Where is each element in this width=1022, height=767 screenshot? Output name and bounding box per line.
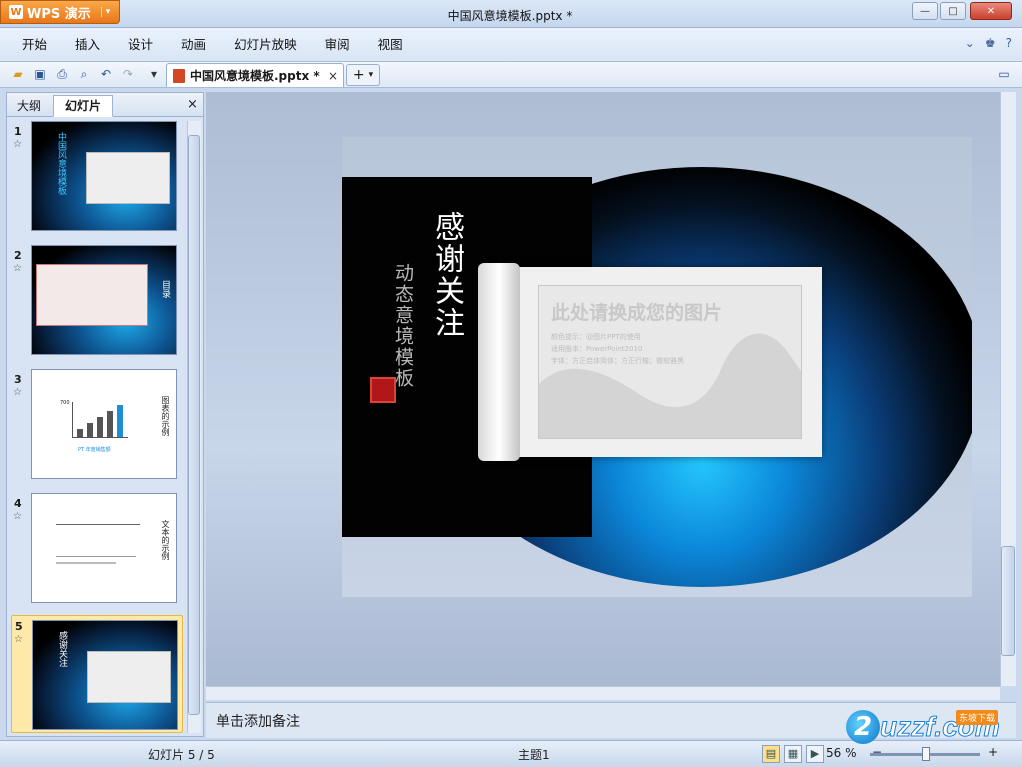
app-name: WPS 演示 xyxy=(27,6,91,22)
chevron-down-icon: ▾ xyxy=(100,7,110,17)
plus-icon: + xyxy=(352,67,365,83)
tab-outline[interactable]: 大纲 xyxy=(9,95,49,117)
menu-home[interactable]: 开始 xyxy=(0,28,61,62)
thumbnail-title: 文本的示例 xyxy=(161,520,170,560)
thumbnail-paper xyxy=(86,152,170,204)
sorter-view-icon[interactable]: ▦ xyxy=(784,745,802,763)
star-icon: ☆ xyxy=(13,263,22,274)
thumbnail-number: 1 xyxy=(14,125,22,138)
menu-right-controls: ⌄ ♚ ? xyxy=(965,36,1012,50)
slide-canvas[interactable]: 感谢关注 动态意境模板 此处请换成您的图片 颜色提示：@图片PPT的使用 适用版… xyxy=(342,137,972,597)
redo-icon[interactable]: ↷ xyxy=(120,66,136,82)
print-icon[interactable]: ⎙ xyxy=(54,66,70,82)
close-tab-icon[interactable]: × xyxy=(328,69,338,83)
picture-placeholder[interactable]: 此处请换成您的图片 颜色提示：@图片PPT的使用 适用版本：PowerPoint… xyxy=(538,285,802,439)
star-icon: ☆ xyxy=(13,387,22,398)
thumbnail-title: 中国风意境模板 xyxy=(56,132,66,195)
menu-animation[interactable]: 动画 xyxy=(167,28,220,62)
close-panel-icon[interactable]: × xyxy=(187,97,198,112)
menu-review[interactable]: 审阅 xyxy=(311,28,364,62)
skin-icon[interactable]: ♚ xyxy=(985,36,996,50)
customize-toolbar-icon[interactable]: ▾ xyxy=(146,66,162,82)
thumbnail-number: 5 xyxy=(15,620,23,633)
thumbnail-slide-5[interactable]: 5 ☆ 感谢关注 xyxy=(11,615,183,733)
menu-design[interactable]: 设计 xyxy=(114,28,167,62)
thumbnail-image: 700 PT 年度销售额 图表的示例 xyxy=(31,369,177,479)
thumbnail-list: 1 ☆ 中国风意境模板 2 ☆ 目录 3 ☆ 700 PT 年度销售额 图表的示… xyxy=(11,121,183,733)
star-icon: ☆ xyxy=(13,511,22,522)
scroll-picture-frame[interactable]: 此处请换成您的图片 颜色提示：@图片PPT的使用 适用版本：PowerPoint… xyxy=(478,263,822,461)
watermark-logo: 2 xyxy=(846,710,880,744)
chart-label: PT 年度销售额 xyxy=(78,447,111,453)
menu-view[interactable]: 视图 xyxy=(364,28,417,62)
close-window-button[interactable]: ✕ xyxy=(970,2,1012,20)
chart-value-label: 700 xyxy=(60,400,70,406)
slide-editor[interactable]: 感谢关注 动态意境模板 此处请换成您的图片 颜色提示：@图片PPT的使用 适用版… xyxy=(206,92,1000,686)
thumbnail-number: 4 xyxy=(14,497,22,510)
thumbnail-title: 感谢关注 xyxy=(57,631,67,667)
new-tab-button[interactable]: + ▾ xyxy=(346,64,380,86)
save-icon[interactable]: ▣ xyxy=(32,66,48,82)
red-seal-icon xyxy=(370,377,396,403)
thumbnail-paper xyxy=(36,264,148,326)
editor-scroll-thumb[interactable] xyxy=(1001,546,1015,656)
panel-toggle-icon[interactable]: ▭ xyxy=(996,66,1012,82)
menu-bar: 开始 插入 设计 动画 幻灯片放映 审阅 视图 xyxy=(0,28,1022,62)
thumbnail-image: 目录 xyxy=(31,245,177,355)
slides-panel: 大纲 幻灯片 × 1 ☆ 中国风意境模板 2 ☆ 目录 3 ☆ 700 PT 年… xyxy=(6,92,204,737)
slide-counter: 幻灯片 5 / 5 xyxy=(148,748,215,762)
thumbnail-title: 图表的示例 xyxy=(161,396,170,436)
thumbnail-image: 感谢关注 xyxy=(32,620,178,730)
chevron-down-icon: ▾ xyxy=(368,70,374,80)
normal-view-icon[interactable]: ▤ xyxy=(762,745,780,763)
thumbnail-number: 2 xyxy=(14,249,22,262)
undo-icon[interactable]: ↶ xyxy=(98,66,114,82)
watermark-badge: 东坡下载 xyxy=(956,710,999,725)
thumbnail-slide-4[interactable]: 4 ☆ 文本的示例 xyxy=(11,493,183,609)
thumbnail-image: 文本的示例 xyxy=(31,493,177,603)
star-icon: ☆ xyxy=(13,139,22,150)
pptx-file-icon xyxy=(173,68,185,83)
slide-subtitle[interactable]: 动态意境模板 xyxy=(390,263,417,389)
tab-slides[interactable]: 幻灯片 xyxy=(53,95,113,117)
wps-logo-icon: W xyxy=(9,5,23,19)
notes-placeholder: 单击添加备注 xyxy=(216,714,300,730)
star-icon: ☆ xyxy=(14,634,23,645)
app-menu-button[interactable]: W WPS 演示 ▾ xyxy=(0,0,120,24)
thumbnail-title: 目录 xyxy=(160,280,170,298)
thumbnail-scroll-thumb[interactable] xyxy=(188,135,200,715)
menu-slideshow[interactable]: 幻灯片放映 xyxy=(220,28,311,62)
editor-horizontal-scrollbar[interactable] xyxy=(206,686,1000,700)
thumbnail-slide-3[interactable]: 3 ☆ 700 PT 年度销售额 图表的示例 xyxy=(11,369,183,485)
thumbnail-slide-1[interactable]: 1 ☆ 中国风意境模板 xyxy=(11,121,183,237)
help-icon[interactable]: ? xyxy=(1006,36,1012,50)
thumbnail-paper xyxy=(87,651,171,703)
maximize-button[interactable]: □ xyxy=(940,2,966,20)
document-tab[interactable]: 中国风意境模板.pptx * × xyxy=(166,63,344,87)
watermark: 2 uzzf.com 东坡下载 xyxy=(846,704,1016,750)
slideshow-view-icon[interactable]: ▶ xyxy=(806,745,824,763)
open-icon[interactable]: ▰ xyxy=(10,66,26,82)
scroll-roll xyxy=(478,263,520,461)
thumbnail-image: 中国风意境模板 xyxy=(31,121,177,231)
minimize-button[interactable]: — xyxy=(912,2,938,20)
thumbnail-number: 3 xyxy=(14,373,22,386)
theme-name: 主题1 xyxy=(518,748,550,762)
preview-icon[interactable]: ⌕ xyxy=(76,66,92,82)
menu-insert[interactable]: 插入 xyxy=(61,28,114,62)
wave-shape xyxy=(539,333,801,438)
mini-chart xyxy=(72,402,128,438)
panel-tabs: 大纲 幻灯片 × xyxy=(7,93,203,117)
document-tab-title: 中国风意境模板.pptx * xyxy=(190,69,320,83)
slide-title[interactable]: 感谢关注 xyxy=(424,211,468,339)
thumbnail-slide-2[interactable]: 2 ☆ 目录 xyxy=(11,245,183,361)
window-title: 中国风意境模板.pptx * xyxy=(447,9,573,23)
collapse-ribbon-icon[interactable]: ⌄ xyxy=(965,36,975,50)
